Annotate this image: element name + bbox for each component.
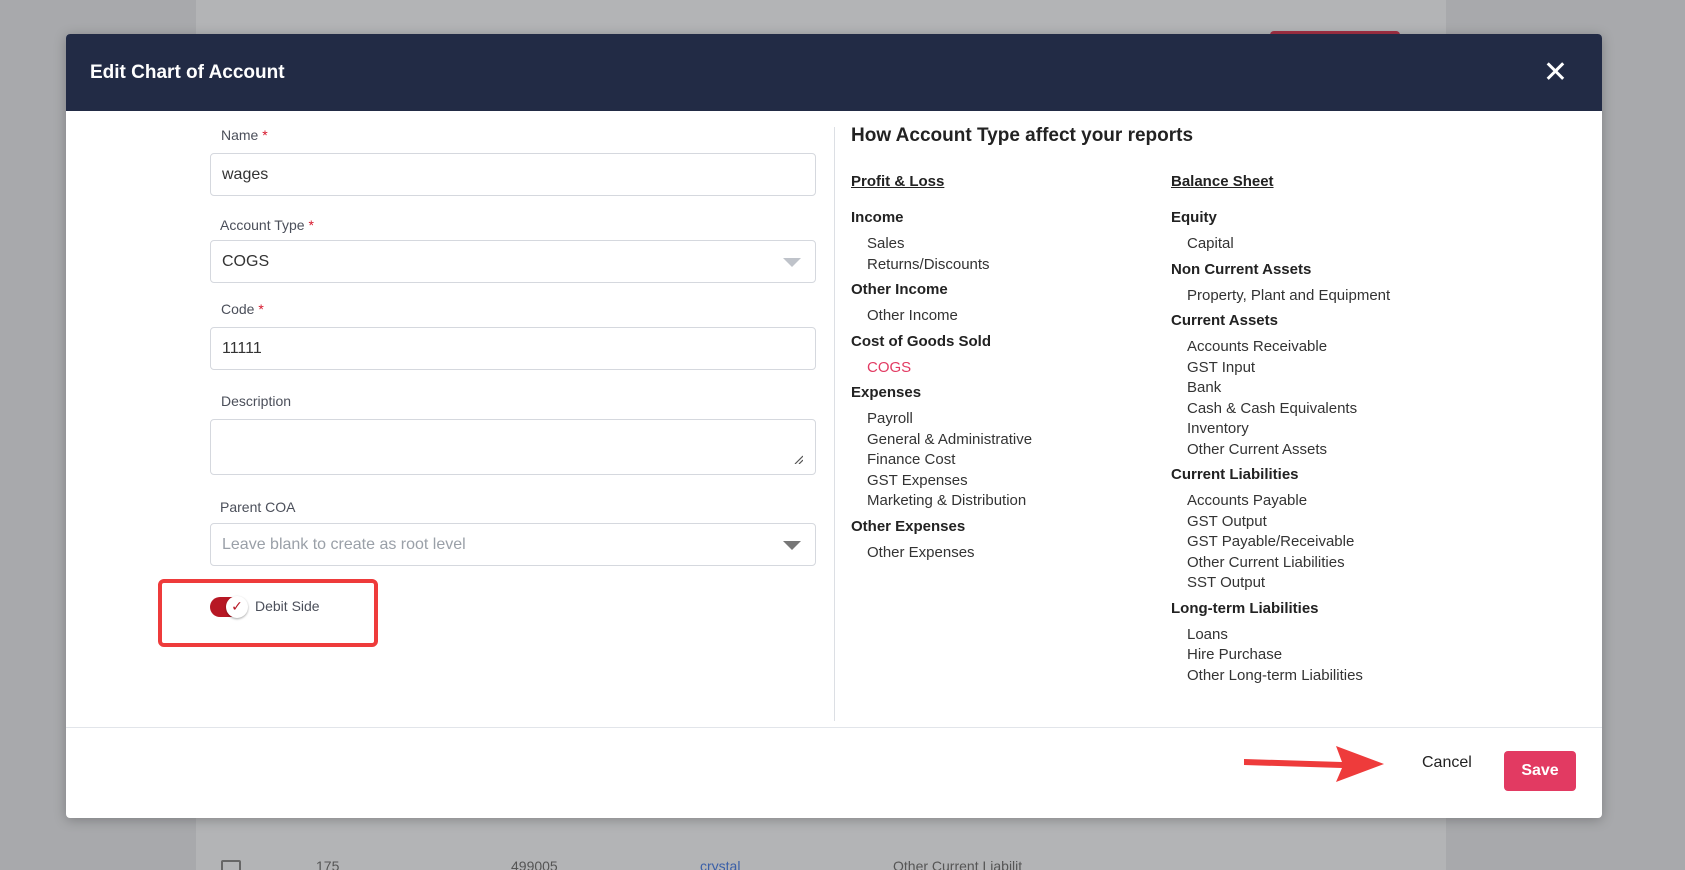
account-type-item: Bank	[1187, 379, 1222, 396]
account-group-title: Equity	[1171, 209, 1217, 226]
account-group-title: Current Assets	[1171, 312, 1278, 329]
description-label: Description	[221, 393, 292, 409]
vertical-divider	[834, 127, 835, 721]
account-group-items: Payroll General & Administrative Finance C…	[851, 409, 1171, 512]
balance-sheet-column: Balance Sheet Equity Capital Non Current A…	[1171, 173, 1491, 688]
parent-coa-placeholder: Leave blank to create as root level	[222, 535, 466, 553]
parent-coa-select[interactable]: Leave blank to create as root level	[210, 523, 816, 566]
chevron-down-icon	[783, 541, 801, 550]
account-type-item: Sales	[867, 235, 905, 252]
account-group-items: Other Expenses	[851, 543, 1171, 564]
account-type-value: COGS	[222, 252, 270, 270]
description-textarea[interactable]	[210, 419, 816, 475]
account-type-item: Marketing & Distribution	[867, 492, 1027, 509]
account-group-items: Property, Plant and Equipment	[1171, 286, 1491, 307]
account-type-item: COGS	[867, 358, 912, 376]
account-group-items: Accounts Payable GST Output GST Payable/Re…	[1171, 491, 1491, 594]
save-button[interactable]: Save	[1504, 751, 1576, 791]
info-title: How Account Type affect your reports	[851, 125, 1194, 146]
account-type-item: GST Output	[1187, 512, 1267, 530]
account-type-item: Loans	[1187, 625, 1228, 643]
account-type-item: Other Income	[867, 307, 958, 324]
background-cell: 499005	[511, 858, 558, 870]
account-type-item: Finance Cost	[867, 451, 956, 468]
chevron-down-icon	[783, 258, 801, 267]
account-group-items: COGS	[851, 358, 1171, 379]
profit-loss-heading: Profit & Loss	[851, 173, 945, 190]
close-icon[interactable]: ✕	[1543, 57, 1568, 88]
background-cell: 175	[316, 858, 340, 870]
name-label: Name *	[221, 127, 268, 143]
annotation-arrow-icon	[1244, 746, 1384, 782]
account-group-title: Non Current Assets	[1171, 260, 1312, 278]
account-type-item: Other Current Assets	[1187, 440, 1328, 458]
account-type-item: SST Output	[1187, 574, 1266, 591]
account-group-items: Loans Hire Purchase Other Long-term Liabil…	[1171, 625, 1491, 687]
account-type-select[interactable]: COGS	[210, 240, 816, 283]
account-type-item: GST Input	[1187, 358, 1256, 376]
account-group-items: Other Income	[851, 306, 1171, 327]
account-group-title: Other Income	[851, 281, 948, 298]
debit-side-label: Debit Side	[255, 598, 320, 614]
account-type-item: Other Expenses	[867, 543, 975, 561]
modal-footer: Cancel Save	[66, 727, 1602, 818]
cancel-button[interactable]: Cancel	[1422, 754, 1472, 772]
resize-handle-icon[interactable]	[793, 454, 803, 464]
account-group-title: Expenses	[851, 384, 922, 401]
modal-header: Edit Chart of Account ✕	[66, 34, 1602, 111]
account-group-items: Sales Returns/Discounts	[851, 234, 1171, 275]
code-input[interactable]: 11111	[210, 327, 816, 370]
code-input-value: 11111	[222, 339, 262, 357]
account-type-item: Property, Plant and Equipment	[1187, 286, 1391, 304]
account-type-item: Cash & Cash Equivalents	[1187, 399, 1358, 417]
edit-coa-modal: Edit Chart of Account ✕ Name * wages Acc…	[66, 34, 1602, 818]
account-type-item: Other Long-term Liabilities	[1187, 666, 1363, 684]
account-group-title: Cost of Goods Sold	[851, 332, 991, 350]
account-type-item: Capital	[1187, 235, 1234, 252]
balance-sheet-heading: Balance Sheet	[1171, 173, 1274, 190]
account-group-title: Current Liabilities	[1171, 466, 1299, 483]
account-group-title: Other Expenses	[851, 517, 966, 535]
account-type-item: Other Current Liabilities	[1187, 553, 1345, 571]
account-type-item: General & Administrative	[867, 430, 1033, 448]
modal-body: Name * wages Account Type * COGS Code * …	[66, 111, 1602, 731]
account-type-item: Accounts Receivable	[1187, 338, 1328, 355]
account-type-item: Payroll	[867, 410, 913, 427]
background-cell: Other Current Liabilit	[893, 858, 1023, 870]
parent-coa-label: Parent COA	[220, 499, 296, 515]
modal-title: Edit Chart of Account	[90, 61, 285, 83]
account-type-info-panel: How Account Type affect your reports Pro…	[851, 125, 1571, 684]
account-type-label: Account Type *	[220, 217, 314, 233]
account-type-item: Inventory	[1187, 420, 1249, 437]
debit-side-toggle[interactable]: ✓	[210, 596, 248, 618]
account-group-title: Income	[851, 209, 904, 226]
account-group-items: Capital	[1171, 234, 1491, 255]
background-table-row: 175 499005 crystal Other Current Liabili…	[196, 858, 1446, 870]
background-cell: crystal	[700, 858, 741, 870]
account-group-title: Long-term Liabilities	[1171, 599, 1319, 617]
code-label: Code *	[221, 301, 264, 317]
account-type-item: GST Payable/Receivable	[1187, 533, 1355, 550]
name-input[interactable]: wages	[210, 153, 816, 196]
check-icon: ✓	[226, 596, 248, 618]
account-group-items: Accounts Receivable GST Input Bank Cash & C…	[1171, 337, 1491, 460]
account-type-item: Accounts Payable	[1187, 492, 1308, 509]
name-input-value: wages	[222, 165, 269, 183]
account-type-item: GST Expenses	[867, 471, 968, 489]
account-type-item: Returns/Discounts	[867, 255, 990, 273]
account-type-item: Hire Purchase	[1187, 646, 1283, 663]
profit-loss-column: Profit & Loss Income Sales Returns/Discoun…	[851, 173, 1171, 565]
